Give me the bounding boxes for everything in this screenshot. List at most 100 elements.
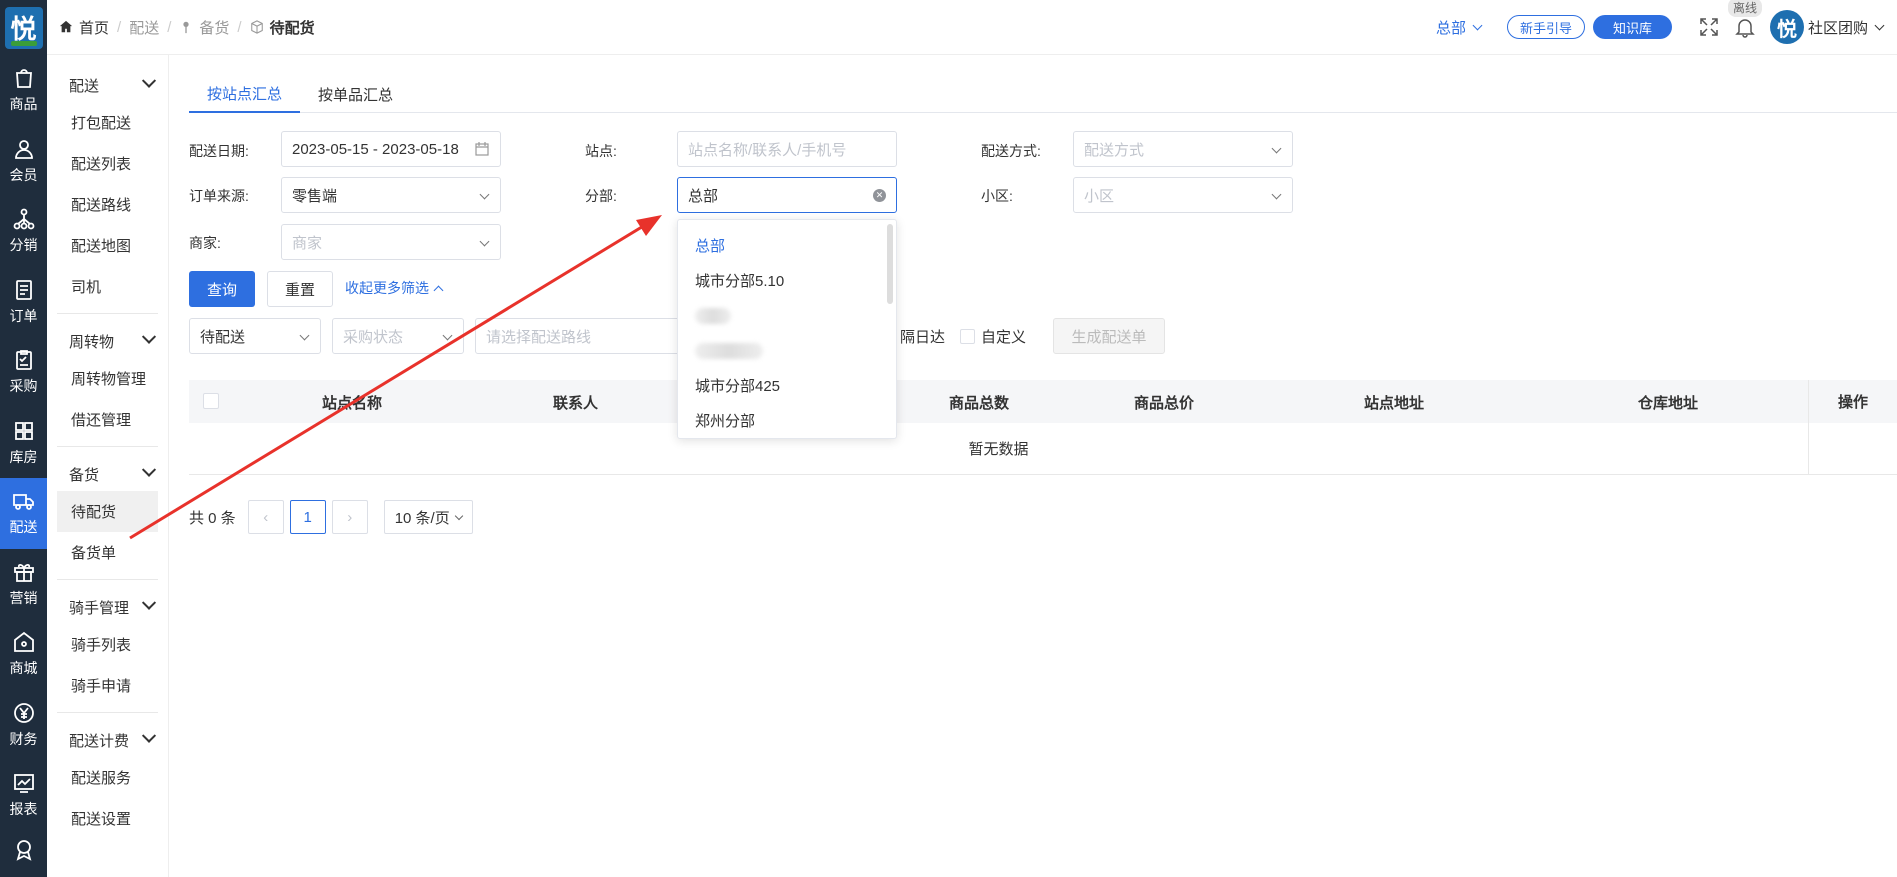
dropdown-scrollbar[interactable] bbox=[887, 224, 893, 304]
menu-head-rider[interactable]: 骑手管理 bbox=[57, 590, 158, 624]
calendar-icon bbox=[475, 142, 489, 156]
dropdown-option[interactable]: 城市分部5.10 bbox=[678, 263, 896, 298]
site-label: 站点: bbox=[585, 143, 617, 159]
menu-link-delivery-settings[interactable]: 配送设置 bbox=[57, 798, 158, 839]
branch-switcher[interactable]: 总部 bbox=[1436, 17, 1483, 38]
custom-checkbox[interactable]: 自定义 bbox=[960, 326, 1026, 347]
col-site-address: 站点地址 bbox=[1364, 395, 1425, 412]
menu-group-billing: 配送计费 配送服务 配送设置 bbox=[57, 723, 158, 845]
next-page-button[interactable]: › bbox=[331, 500, 368, 534]
avatar[interactable]: 悦 bbox=[1769, 10, 1804, 44]
icon-rail: 悦 商品 会员 分销 订单 采购 库房 配送 营销 商城 财务 报表 bbox=[0, 0, 47, 877]
menu-link-driver[interactable]: 司机 bbox=[57, 266, 158, 307]
user-icon bbox=[14, 139, 33, 159]
app-logo[interactable]: 悦 bbox=[0, 0, 47, 55]
rail-item-label: 采购 bbox=[9, 378, 38, 395]
rail-item-mall[interactable]: 商城 bbox=[0, 619, 47, 690]
menu-link-borrow-return[interactable]: 借还管理 bbox=[57, 399, 158, 440]
prev-page-button[interactable]: ‹ bbox=[247, 500, 284, 534]
truck-icon bbox=[12, 494, 34, 511]
dropdown-option-blurred[interactable] bbox=[678, 298, 896, 333]
col-warehouse-address: 仓库地址 bbox=[1638, 395, 1699, 412]
col-ops: 操作 bbox=[1809, 380, 1897, 423]
chevron-down-icon bbox=[141, 73, 157, 88]
menu-link-pack-delivery[interactable]: 打包配送 bbox=[57, 102, 158, 143]
menu-link-turnover-manage[interactable]: 周转物管理 bbox=[57, 358, 158, 399]
tab-by-item[interactable]: 按单品汇总 bbox=[300, 75, 411, 113]
notification-bell[interactable]: 离线 bbox=[1727, 0, 1762, 38]
menu-link-rider-list[interactable]: 骑手列表 bbox=[57, 624, 158, 665]
rail-item-marketing[interactable]: 营销 bbox=[0, 549, 47, 620]
breadcrumb-home[interactable]: 首页 bbox=[59, 17, 109, 38]
merchant-select[interactable]: 商家 bbox=[281, 224, 501, 260]
rail-item-purchase[interactable]: 采购 bbox=[0, 337, 47, 408]
breadcrumb-separator: / bbox=[237, 18, 242, 36]
page-1-button[interactable]: 1 bbox=[289, 500, 326, 534]
menu-link-delivery-map[interactable]: 配送地图 bbox=[57, 225, 158, 266]
page-size-select[interactable]: 10 条/页 bbox=[383, 500, 473, 534]
rail-item-warehouse[interactable]: 库房 bbox=[0, 408, 47, 479]
rail-item-goods[interactable]: 商品 bbox=[0, 55, 47, 126]
method-select[interactable]: 配送方式 bbox=[1073, 131, 1293, 167]
chevron-down-icon bbox=[299, 330, 310, 341]
rail-item-more[interactable] bbox=[0, 831, 47, 871]
date-range-input[interactable]: 2023-05-15 - 2023-05-18 bbox=[281, 131, 501, 167]
source-label: 订单来源: bbox=[189, 188, 249, 204]
breadcrumb-separator: / bbox=[117, 18, 122, 36]
offline-badge: 离线 bbox=[1727, 0, 1762, 17]
clear-icon[interactable]: ✕ bbox=[873, 189, 886, 202]
menu-link-pending-allocation[interactable]: 待配货 bbox=[57, 491, 158, 532]
collapse-filters-link[interactable]: 收起更多筛选 bbox=[345, 278, 444, 298]
fullscreen-icon[interactable] bbox=[1698, 16, 1720, 38]
select-all-checkbox[interactable] bbox=[203, 393, 219, 409]
data-table: 站点名称 联系人 商品总数 商品总价 站点地址 仓库地址 暂无数据 操作 bbox=[189, 380, 1897, 475]
sub-menu: 配送 打包配送 配送列表 配送路线 配送地图 司机 周转物 周转物管理 借还管理… bbox=[47, 0, 169, 877]
status-select[interactable]: 待配送 bbox=[189, 318, 321, 354]
purchase-status-placeholder: 采购状态 bbox=[343, 328, 404, 346]
menu-link-rider-apply[interactable]: 骑手申请 bbox=[57, 665, 158, 706]
purchase-status-select[interactable]: 采购状态 bbox=[332, 318, 464, 354]
rail-item-label: 营销 bbox=[9, 589, 38, 606]
reset-button[interactable]: 重置 bbox=[267, 271, 333, 307]
chevron-up-icon bbox=[433, 285, 444, 295]
source-select[interactable]: 零售端 bbox=[281, 177, 501, 213]
chevron-down-icon[interactable] bbox=[1874, 20, 1885, 30]
branch-select[interactable]: 总部 ✕ bbox=[677, 177, 897, 213]
tab-by-site[interactable]: 按站点汇总 bbox=[189, 75, 301, 113]
breadcrumb-delivery[interactable]: 配送 bbox=[129, 17, 159, 38]
rail-item-members[interactable]: 会员 bbox=[0, 126, 47, 197]
page-size-value: 10 条/页 bbox=[394, 509, 450, 527]
date-label: 配送日期: bbox=[189, 143, 249, 159]
dropdown-option[interactable]: 总部 bbox=[678, 228, 896, 263]
menu-group-delivery: 配送 打包配送 配送列表 配送路线 配送地图 司机 bbox=[57, 68, 158, 314]
menu-link-delivery-route[interactable]: 配送路线 bbox=[57, 184, 158, 225]
generate-delivery-button[interactable]: 生成配送单 bbox=[1053, 318, 1165, 354]
menu-link-stock-order[interactable]: 备货单 bbox=[57, 532, 158, 573]
rail-item-label: 报表 bbox=[9, 801, 38, 818]
top-bar-right: 总部 新手引导 知识库 离线 悦 社区团购 bbox=[1436, 0, 1897, 44]
menu-head-delivery[interactable]: 配送 bbox=[57, 68, 158, 102]
route-select[interactable]: 请选择配送路线 bbox=[475, 318, 695, 354]
menu-head-billing[interactable]: 配送计费 bbox=[57, 723, 158, 757]
query-button[interactable]: 查询 bbox=[189, 271, 255, 307]
menu-link-delivery-list[interactable]: 配送列表 bbox=[57, 143, 158, 184]
dropdown-option-blurred[interactable] bbox=[678, 333, 896, 368]
rail-item-reports[interactable]: 报表 bbox=[0, 760, 47, 831]
rail-item-orders[interactable]: 订单 bbox=[0, 267, 47, 338]
dropdown-option[interactable]: 郑州分部 bbox=[678, 403, 896, 438]
rail-item-distribution[interactable]: 分销 bbox=[0, 196, 47, 267]
dropdown-option[interactable]: 城市分部425 bbox=[678, 368, 896, 403]
knowledge-base-button[interactable]: 知识库 bbox=[1592, 15, 1672, 39]
community-select[interactable]: 小区 bbox=[1073, 177, 1293, 213]
rail-item-delivery[interactable]: 配送 bbox=[0, 478, 47, 549]
next-day-option[interactable]: 隔日达 bbox=[900, 326, 945, 347]
checkbox-box[interactable] bbox=[960, 329, 975, 344]
guide-button[interactable]: 新手引导 bbox=[1506, 15, 1585, 39]
site-input[interactable]: 站点名称/联系人/手机号 bbox=[677, 131, 897, 167]
menu-head-stocking[interactable]: 备货 bbox=[57, 457, 158, 491]
menu-head-turnover[interactable]: 周转物 bbox=[57, 324, 158, 358]
rail-item-finance[interactable]: 财务 bbox=[0, 690, 47, 761]
menu-link-delivery-service[interactable]: 配送服务 bbox=[57, 757, 158, 798]
breadcrumb-stocking[interactable]: 备货 bbox=[179, 17, 229, 38]
user-name[interactable]: 社区团购 bbox=[1808, 17, 1868, 38]
